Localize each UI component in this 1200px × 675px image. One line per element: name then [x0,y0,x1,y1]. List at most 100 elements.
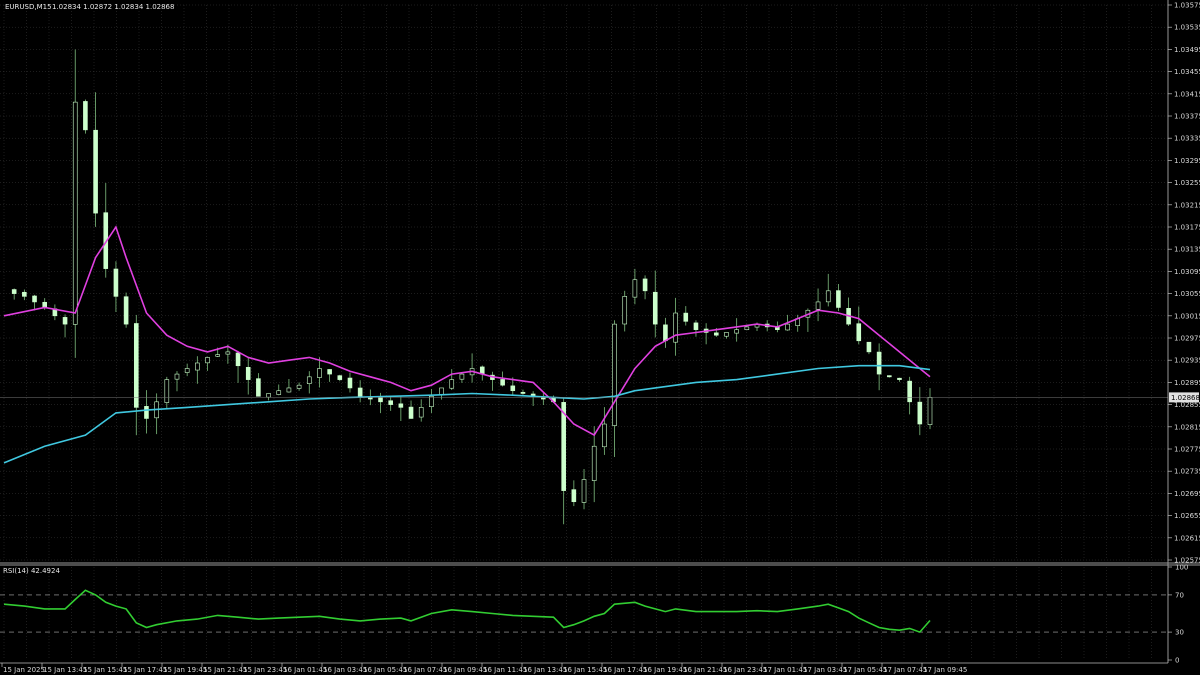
candle-bull [418,407,424,418]
candle-bull [164,379,170,403]
candle-bull [225,351,231,355]
candle-bull [449,379,455,389]
candle-bear [62,317,68,325]
candle-bear [541,397,546,400]
time-tick-label: 16 Jan 23:45 [723,666,767,674]
candle-bull [174,373,180,380]
time-tick-label: 17 Jan 03:45 [803,666,847,674]
candle-bear [520,391,526,394]
time-tick-label: 16 Jan 05:45 [363,666,407,674]
time-tick-label: 16 Jan 21:45 [683,666,727,674]
chart-background [0,0,1200,675]
candle-bull [266,393,271,398]
rsi-tick-label: 30 [1175,629,1184,637]
candle-bear [398,403,404,408]
candle-bull [306,376,312,384]
candle-bear [378,397,383,403]
price-tick-label: 1.02615 [1174,534,1200,542]
candle-bull [815,301,821,310]
price-tick-label: 1.03095 [1174,268,1200,276]
rsi-tick-label: 0 [1175,657,1179,665]
candle-bull [459,373,465,380]
price-tick-label: 1.03215 [1174,201,1200,209]
candle-bear [347,377,353,389]
candle-bull [215,354,220,357]
candle-bull [632,279,638,298]
candle-bear [83,101,88,131]
candle-bear [876,351,882,375]
candle-bear [133,323,139,408]
candle-bear [11,289,17,294]
price-tick-label: 1.03015 [1174,312,1200,320]
candle-bull [734,329,739,334]
candle-bear [327,369,332,375]
time-tick-label: 15 Jan 17:45 [123,666,167,674]
rsi-tick-label: 70 [1175,591,1184,599]
time-tick-label: 16 Jan 01:45 [283,666,327,674]
price-tick-label: 1.02895 [1174,379,1200,387]
rsi-tick-label: 100 [1175,564,1188,572]
price-tick-label: 1.02655 [1174,512,1200,520]
candle-bear [683,312,689,322]
candle-bear [642,278,648,292]
time-tick-label: 16 Jan 19:45 [643,666,687,674]
price-tick-label: 1.02935 [1174,357,1200,365]
candle-bear [866,341,872,353]
candle-bull [296,384,302,389]
time-tick-label: 15 Jan 21:45 [203,666,247,674]
candle-bull [286,387,292,393]
price-tick-label: 1.02775 [1174,446,1200,454]
price-tick-label: 1.02855 [1174,401,1200,409]
candle-bear [510,385,516,392]
price-tick-label: 1.03415 [1174,90,1200,98]
price-tick-label: 1.03295 [1174,157,1200,165]
candle-bear [93,129,98,214]
candle-bull [429,395,434,408]
time-tick-label: 15 Jan 13:45 [43,666,87,674]
candle-bull [276,390,282,395]
candle-bear [368,397,373,400]
time-tick-label: 15 Jan 2025 [3,666,45,674]
trading-chart[interactable]: 1.02868 1.035751.035351.034951.034551.03… [0,0,1200,675]
price-tick-label: 1.03495 [1174,46,1200,54]
price-tick-label: 1.02975 [1174,335,1200,343]
time-tick-label: 15 Jan 15:45 [83,666,127,674]
price-tick-label: 1.03335 [1174,135,1200,143]
price-tick-label: 1.02815 [1174,423,1200,431]
time-tick-label: 17 Jan 05:45 [843,666,887,674]
price-tick-label: 1.03055 [1174,290,1200,298]
time-tick-label: 16 Jan 17:45 [603,666,647,674]
candle-bear [337,375,343,380]
candle-bear [917,401,923,425]
time-tick-label: 16 Jan 11:45 [483,666,527,674]
candle-bear [907,380,912,403]
candle-bear [408,406,414,419]
candle-bear [144,406,149,419]
price-tick-label: 1.03375 [1174,113,1200,121]
candle-bull [72,101,78,325]
candle-bear [22,291,27,297]
candle-bull [317,368,322,378]
candle-bear [113,268,119,297]
candle-bear [886,375,892,378]
candle-bear [571,489,577,503]
time-tick-label: 16 Jan 13:45 [523,666,567,674]
candle-bull [825,290,831,303]
candle-bull [591,445,597,481]
candle-bull [927,397,933,425]
candle-bear [500,379,505,386]
candle-bear [235,352,241,367]
candle-bear [652,291,658,325]
time-tick-label: 17 Jan 07:45 [883,666,927,674]
candle-bear [897,377,902,380]
symbol-label: EURUSD,M15 [5,3,52,11]
candle-bear [856,323,862,342]
candle-bull [673,312,678,343]
price-tick-label: 1.03135 [1174,246,1200,254]
candle-bull [602,423,607,448]
candle-bear [388,400,393,405]
candle-bear [256,378,261,397]
candle-bull [184,368,190,373]
time-tick-label: 15 Jan 23:45 [243,666,287,674]
candle-bear [836,290,841,308]
